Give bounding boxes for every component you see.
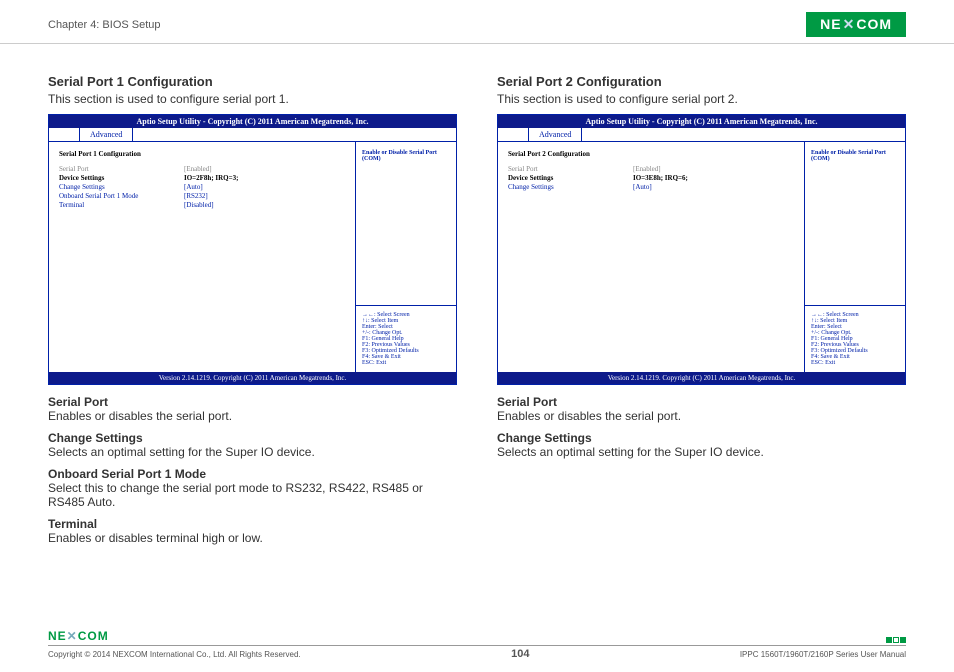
setting-description: Selects an optimal setting for the Super… [48,445,457,459]
bios-setting-row: Change Settings[Auto] [508,183,794,192]
bios-config-title: Serial Port 2 Configuration [508,150,794,159]
setting-value: [RS232] [184,192,208,201]
bios-title-bar: Aptio Setup Utility - Copyright (C) 2011… [49,115,456,128]
bios-screenshot-1: Aptio Setup Utility - Copyright (C) 2011… [48,114,457,385]
bios-version-bar: Version 2.14.1219. Copyright (C) 2011 Am… [498,372,905,384]
bios-setting-row: Terminal[Disabled] [59,201,345,210]
section-desc: This section is used to configure serial… [48,92,457,106]
bios-config-title: Serial Port 1 Configuration [59,150,345,159]
setting-description: Enables or disables terminal high or low… [48,531,457,545]
setting-value: [Disabled] [184,201,214,210]
bios-key-legend: →←: Select Screen↑↓: Select ItemEnter: S… [356,306,456,372]
setting-label: Terminal [59,201,184,210]
setting-label: Onboard Serial Port 1 Mode [59,192,184,201]
manual-title: IPPC 1560T/1960T/2160P Series User Manua… [740,650,906,659]
bios-setting-row: Device SettingsIO=3E8h; IRQ=6; [508,174,794,183]
setting-description: Select this to change the serial port mo… [48,481,457,509]
setting-heading: Onboard Serial Port 1 Mode [48,467,457,481]
section-title: Serial Port 1 Configuration [48,74,457,89]
copyright-text: Copyright © 2014 NEXCOM International Co… [48,650,301,659]
setting-value: IO=2F8h; IRQ=3; [184,174,238,183]
setting-value: [Auto] [184,183,203,192]
page-number: 104 [511,648,529,660]
setting-value: [Enabled] [184,165,212,174]
setting-label: Change Settings [59,183,184,192]
setting-heading: Change Settings [497,431,906,445]
setting-description: Enables or disables the serial port. [48,409,457,423]
setting-value: IO=3E8h; IRQ=6; [633,174,688,183]
bios-setting-row: Serial Port[Enabled] [59,165,345,174]
bios-main-panel: Serial Port 1 Configuration Serial Port[… [49,142,356,372]
section-desc: This section is used to configure serial… [497,92,906,106]
footer-decoration-icon [886,637,906,643]
bios-setting-row: Device SettingsIO=2F8h; IRQ=3; [59,174,345,183]
bios-screenshot-2: Aptio Setup Utility - Copyright (C) 2011… [497,114,906,385]
bios-main-panel: Serial Port 2 Configuration Serial Port[… [498,142,805,372]
setting-label: Device Settings [59,174,184,183]
bios-tab-advanced: Advanced [79,128,133,141]
bios-help-text: Enable or Disable Serial Port (COM) [356,142,456,306]
section-title: Serial Port 2 Configuration [497,74,906,89]
bios-setting-row: Change Settings[Auto] [59,183,345,192]
bios-title-bar: Aptio Setup Utility - Copyright (C) 2011… [498,115,905,128]
setting-heading: Terminal [48,517,457,531]
bios-help-text: Enable or Disable Serial Port (COM) [805,142,905,306]
bios-setting-row: Onboard Serial Port 1 Mode[RS232] [59,192,345,201]
setting-label: Serial Port [59,165,184,174]
setting-description: Selects an optimal setting for the Super… [497,445,906,459]
setting-value: [Auto] [633,183,652,192]
column-left: Serial Port 1 Configuration This section… [48,74,457,545]
bios-tab-advanced: Advanced [528,128,582,141]
setting-label: Change Settings [508,183,633,192]
chapter-title: Chapter 4: BIOS Setup [48,19,161,31]
setting-label: Device Settings [508,174,633,183]
bios-setting-row: Serial Port[Enabled] [508,165,794,174]
setting-heading: Serial Port [497,395,906,409]
footer-logo: NE✕COM [48,629,109,643]
column-right: Serial Port 2 Configuration This section… [497,74,906,545]
bios-key-legend: →←: Select Screen↑↓: Select ItemEnter: S… [805,306,905,372]
setting-heading: Serial Port [48,395,457,409]
setting-label: Serial Port [508,165,633,174]
bios-version-bar: Version 2.14.1219. Copyright (C) 2011 Am… [49,372,456,384]
setting-heading: Change Settings [48,431,457,445]
logo-nexcom: NE✕COM [806,12,906,37]
setting-description: Enables or disables the serial port. [497,409,906,423]
setting-value: [Enabled] [633,165,661,174]
